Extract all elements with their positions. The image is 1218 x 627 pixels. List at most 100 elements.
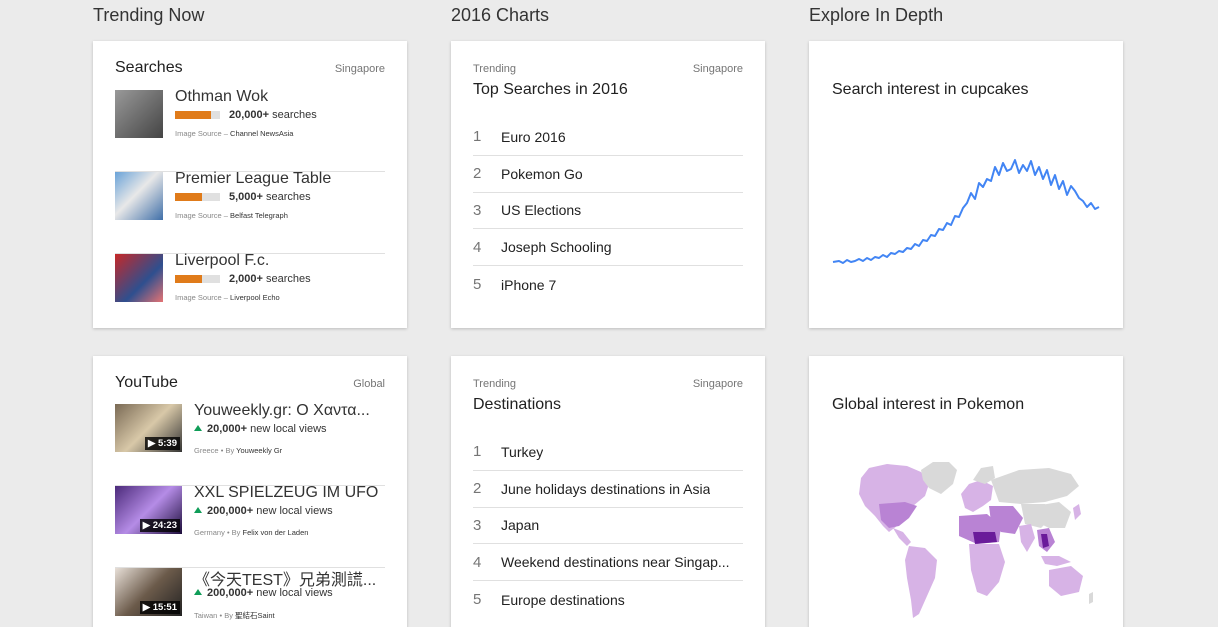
rank-label[interactable]: June holidays destinations in Asia <box>501 481 710 497</box>
video-views: 20,000+ new local views <box>194 423 327 435</box>
video-title[interactable]: XXL SPIELZEUG IM UFO <box>194 484 378 502</box>
top-searches-subtitle: Trending <box>473 63 517 75</box>
list-item[interactable]: 1 Turkey <box>473 434 743 471</box>
story-title[interactable]: Othman Wok <box>175 88 268 106</box>
story-title[interactable]: Premier League Table <box>175 170 331 188</box>
column-title-charts: 2016 Charts <box>451 5 550 25</box>
searches-region: Singapore <box>334 63 385 75</box>
searches-title: Searches <box>115 59 183 76</box>
destinations-subtitle: Trending <box>473 378 517 390</box>
rank-label[interactable]: Pokemon Go <box>501 166 583 182</box>
region-africa <box>969 544 1005 596</box>
play-icon: ▶ <box>142 520 151 531</box>
search-volume-bar <box>175 275 220 283</box>
story-thumbnail[interactable] <box>115 90 163 138</box>
column-title-explore: Explore In Depth <box>809 5 944 25</box>
searches-card[interactable]: Searches Singapore Othman Wok 20,000+ se… <box>93 41 407 328</box>
rank-number: 1 <box>473 128 482 146</box>
search-volume-bar <box>175 111 220 119</box>
video-title[interactable]: Youweekly.gr: Ο Χαντα... <box>194 402 370 420</box>
video-thumbnail[interactable]: ▶ 24:23 <box>115 486 182 534</box>
region-south-america <box>905 546 937 618</box>
destinations-card[interactable]: Trending Singapore Destinations 1 Turkey … <box>451 356 765 627</box>
image-source: Image Source – Liverpool Echo <box>175 293 280 302</box>
world-map <box>859 462 1093 618</box>
search-volume-fill <box>175 193 202 201</box>
story-thumbnail[interactable] <box>115 254 163 302</box>
video-item[interactable]: ▶ 24:23 XXL SPIELZEUG IM UFO 200,000+ ne… <box>115 484 385 568</box>
rank-number: 4 <box>473 238 482 256</box>
column-title-trending: Trending Now <box>93 5 205 25</box>
story-title[interactable]: Liverpool F.c. <box>175 252 269 270</box>
search-count: 5,000+ searches <box>229 191 311 203</box>
story-item[interactable]: Premier League Table 5,000+ searches Ima… <box>115 170 385 254</box>
region-russia <box>991 468 1079 504</box>
story-thumbnail[interactable] <box>115 172 163 220</box>
top-searches-card[interactable]: Trending Singapore Top Searches in 2016 … <box>451 41 765 328</box>
video-meta: Greece • By Youweekly Gr <box>194 446 283 455</box>
list-item[interactable]: 2 Pokemon Go <box>473 156 743 193</box>
cupcakes-trend-line <box>832 159 1100 264</box>
list-item[interactable]: 4 Weekend destinations near Singap... <box>473 544 743 582</box>
play-icon: ▶ <box>142 602 151 613</box>
rank-number: 3 <box>473 516 482 534</box>
list-item[interactable]: 5 iPhone 7 <box>473 266 743 303</box>
rank-label[interactable]: Europe destinations <box>501 592 625 608</box>
play-icon: ▶ <box>148 438 156 449</box>
video-thumbnail[interactable]: ▶ 5:39 <box>115 404 182 452</box>
top-searches-region: Singapore <box>692 63 743 75</box>
rank-number: 5 <box>473 276 482 294</box>
video-item[interactable]: ▶ 15:51 《今天TEST》兄弟測謊... 200,000+ new loc… <box>115 568 385 627</box>
rank-label[interactable]: US Elections <box>501 202 581 218</box>
list-item[interactable]: 3 US Elections <box>473 193 743 230</box>
rank-label[interactable]: Weekend destinations near Singap... <box>501 554 730 570</box>
video-duration: ▶ 15:51 <box>139 601 180 614</box>
list-item[interactable]: 3 Japan <box>473 508 743 545</box>
list-item[interactable]: 4 Joseph Schooling <box>473 229 743 267</box>
rank-number: 2 <box>473 480 482 498</box>
rank-number: 3 <box>473 201 482 219</box>
rank-label[interactable]: Turkey <box>501 444 543 460</box>
rank-number: 5 <box>473 591 482 609</box>
rank-number: 1 <box>473 443 482 461</box>
region-indonesia <box>1041 556 1071 566</box>
youtube-card[interactable]: YouTube Global ▶ 5:39 Youweekly.gr: Ο Χα… <box>93 356 407 627</box>
rank-label[interactable]: Euro 2016 <box>501 129 566 145</box>
video-views: 200,000+ new local views <box>194 587 333 599</box>
up-arrow-icon <box>194 507 202 513</box>
video-duration: ▶ 5:39 <box>145 437 180 450</box>
cupcakes-trend-chart <box>832 159 1100 264</box>
list-item[interactable]: 5 Europe destinations <box>473 581 743 618</box>
search-volume-fill <box>175 111 211 119</box>
region-central-america <box>893 528 911 546</box>
search-volume-bar <box>175 193 220 201</box>
image-source: Image Source – Belfast Telegraph <box>175 211 288 220</box>
search-count: 2,000+ searches <box>229 273 311 285</box>
story-item[interactable]: Othman Wok 20,000+ searches Image Source… <box>115 88 385 172</box>
story-item[interactable]: Liverpool F.c. 2,000+ searches Image Sou… <box>115 252 385 336</box>
video-meta: Taiwan • By 聖結石Saint <box>194 611 275 620</box>
top-searches-list: 1 Euro 2016 2 Pokemon Go 3 US Elections 4 Jo… <box>473 119 743 303</box>
image-source: Image Source – Channel NewsAsia <box>175 129 294 138</box>
video-item[interactable]: ▶ 5:39 Youweekly.gr: Ο Χαντα... 20,000+ … <box>115 402 385 486</box>
up-arrow-icon <box>194 425 202 431</box>
region-japan <box>1073 504 1081 520</box>
region-australia <box>1049 566 1083 596</box>
destinations-title: Destinations <box>473 396 562 413</box>
region-europe <box>961 480 993 512</box>
list-item[interactable]: 2 June holidays destinations in Asia <box>473 471 743 508</box>
rank-label[interactable]: iPhone 7 <box>501 277 556 293</box>
up-arrow-icon <box>194 589 202 595</box>
destinations-list: 1 Turkey 2 June holidays destinations in A… <box>473 434 743 618</box>
list-item[interactable]: 1 Euro 2016 <box>473 119 743 156</box>
search-count: 20,000+ searches <box>229 109 317 121</box>
rank-label[interactable]: Joseph Schooling <box>501 239 612 255</box>
explore-cupcakes-card[interactable]: Search interest in cupcakes <box>809 41 1123 328</box>
top-searches-title: Top Searches in 2016 <box>473 81 628 98</box>
explore-pokemon-card[interactable]: Global interest in Pokemon <box>809 356 1123 627</box>
video-thumbnail[interactable]: ▶ 15:51 <box>115 568 182 616</box>
rank-number: 4 <box>473 553 482 571</box>
rank-label[interactable]: Japan <box>501 517 539 533</box>
region-india <box>1019 524 1035 552</box>
video-views: 200,000+ new local views <box>194 505 333 517</box>
